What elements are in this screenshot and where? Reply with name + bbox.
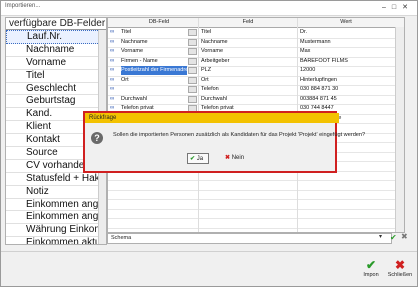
grid-header: DB-Feld Feld Wert: [108, 18, 404, 28]
import-button[interactable]: ✔ Impon: [356, 258, 386, 284]
header-db-field[interactable]: DB-Feld: [120, 18, 198, 27]
link-icon: ∞: [110, 38, 115, 45]
grid-scrollbar[interactable]: [395, 27, 404, 232]
value-cell[interactable]: Max: [300, 47, 394, 56]
header-field[interactable]: Feld: [200, 18, 296, 27]
db-field-cell[interactable]: Ort: [121, 76, 187, 85]
field-cell[interactable]: Arbeitgeber: [201, 57, 295, 66]
confirm-dialog: Rückfrage ? Sollen die importierten Pers…: [83, 111, 365, 173]
title-bar: Importieren... –□✕: [1, 1, 417, 16]
value-cell[interactable]: BAREFOOT FILMS: [300, 57, 394, 66]
link-icon: ∞: [110, 57, 115, 64]
available-fields-header: verfügbare DB-Felder: [6, 18, 106, 30]
list-item[interactable]: Lauf.Nr.: [6, 30, 106, 44]
field-picker-button[interactable]: [188, 95, 197, 103]
list-item[interactable]: Titel: [6, 70, 106, 83]
field-cell[interactable]: Ort: [201, 76, 295, 85]
schema-field[interactable]: Schema: [107, 233, 392, 244]
db-field-cell[interactable]: Titel: [121, 28, 187, 37]
field-cell[interactable]: Telefon: [201, 85, 295, 94]
list-item[interactable]: Einkommen aktuell: [6, 237, 106, 244]
yes-button[interactable]: ✔ Ja: [187, 153, 209, 164]
close-icon[interactable]: ✖: [401, 232, 408, 241]
schema-dropdown-icon[interactable]: ▾: [379, 233, 388, 243]
db-field-cell[interactable]: Vorname: [121, 47, 187, 56]
field-picker-button[interactable]: [188, 29, 197, 36]
list-item[interactable]: Statusfeld + Haken: [6, 173, 106, 186]
list-item[interactable]: Einkommen angestrebt: [6, 199, 106, 212]
no-button[interactable]: ✖ Nein: [225, 153, 249, 164]
list-item[interactable]: Nachname: [6, 44, 106, 57]
bottom-toolbar: ✔ Impon ✖ Schließen: [1, 251, 417, 286]
db-field-cell[interactable]: Postleitzahl der Firmenadresse: [121, 66, 187, 75]
minimize-button[interactable]: –: [382, 4, 392, 11]
window-controls: –□✕: [382, 3, 414, 11]
field-picker-button[interactable]: [188, 48, 197, 55]
check-icon[interactable]: ✔: [390, 233, 397, 242]
db-field-cell[interactable]: Firmen - Name: [121, 57, 187, 66]
close-button[interactable]: ✖ Schließen: [385, 258, 415, 284]
question-icon: ?: [91, 132, 103, 144]
close-icon: ✖: [225, 155, 231, 161]
link-icon: ∞: [110, 86, 115, 92]
close-icon: ✖: [394, 258, 406, 272]
list-item[interactable]: Geschlecht: [6, 83, 106, 96]
list-item[interactable]: Währung Einkommen: [6, 224, 106, 238]
field-cell[interactable]: Durchwahl: [201, 95, 295, 104]
link-icon: ∞: [110, 48, 115, 54]
header-value[interactable]: Wert: [298, 18, 394, 27]
close-button-label: Schließen: [387, 272, 413, 278]
link-icon: ∞: [110, 95, 115, 102]
field-picker-button[interactable]: [188, 76, 197, 84]
field-cell[interactable]: Vorname: [201, 47, 295, 56]
no-button-label: Nein: [231, 155, 245, 161]
field-picker-button[interactable]: [188, 86, 197, 93]
check-icon: ✔: [365, 258, 377, 272]
value-cell[interactable]: Mustermann: [300, 38, 394, 47]
link-icon: ∞: [110, 29, 115, 35]
value-cell[interactable]: 12000: [300, 66, 394, 75]
check-icon: ✔: [190, 156, 196, 162]
field-picker-button[interactable]: [188, 67, 197, 74]
value-cell[interactable]: Dr.: [300, 28, 394, 37]
list-item[interactable]: Geburtstag: [6, 95, 106, 109]
maximize-button[interactable]: □: [392, 4, 402, 11]
db-field-cell[interactable]: Durchwahl: [121, 95, 187, 104]
yes-button-label: Ja: [196, 156, 204, 162]
field-cell[interactable]: Nachname: [201, 38, 295, 47]
list-item[interactable]: Vorname: [6, 57, 106, 70]
link-icon: ∞: [110, 67, 115, 73]
link-icon: ∞: [110, 76, 115, 83]
value-cell[interactable]: 030 884 871 30: [300, 85, 394, 94]
field-picker-button[interactable]: [188, 57, 197, 65]
value-cell[interactable]: 003884 871 45: [300, 95, 394, 104]
value-cell[interactable]: Hinterlupfingen: [300, 76, 394, 85]
close-window-button[interactable]: ✕: [402, 4, 414, 11]
list-item[interactable]: Notiz: [6, 186, 106, 199]
list-item[interactable]: Einkommen angestrebt: [6, 211, 106, 225]
import-button-label: Impon: [363, 272, 379, 278]
field-cell[interactable]: PLZ: [201, 66, 295, 75]
window-title: Importieren...: [5, 3, 41, 9]
db-field-cell[interactable]: Nachname: [121, 38, 187, 47]
field-picker-button[interactable]: [188, 38, 197, 46]
field-cell[interactable]: Titel: [201, 28, 295, 37]
dialog-message: Sollen die importierten Personen zusätzl…: [113, 132, 366, 138]
dialog-title: Rückfrage: [85, 113, 339, 123]
